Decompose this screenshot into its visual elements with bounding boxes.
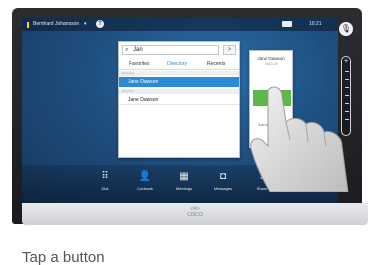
call-button[interactable]: Call: [253, 90, 291, 106]
volume-slider[interactable]: +: [341, 56, 351, 136]
star-icon: ★: [267, 115, 275, 122]
section-header: Directory: [119, 71, 239, 76]
contact-name: Jane Dawson: [257, 56, 285, 61]
clock: 10:21: [309, 21, 322, 27]
add-to-favorites-label: Add to Favorites: [258, 123, 284, 127]
contact-card: Jane Dawson 7561125 Call ★ Add to Favori…: [249, 50, 293, 148]
list-item-selected[interactable]: Jane Dawson: [119, 77, 239, 87]
toolbar-item-contacts[interactable]: 👤 Contacts: [132, 171, 158, 191]
add-to-favorites-button[interactable]: ★ Add to Favorites: [250, 115, 292, 127]
calendar-icon: ▦: [179, 171, 189, 182]
directory-panel: ⌕ Jan > Favorites Directory Recents Dire…: [118, 41, 240, 158]
search-icon: ⌕: [125, 47, 129, 53]
user-name[interactable]: Bernhard Johansson: [33, 21, 79, 27]
cisco-logo: ·ılıılı· CISCO: [187, 206, 203, 218]
tab-recents[interactable]: Recents: [207, 61, 225, 67]
dialpad-icon: ⠿: [101, 171, 109, 182]
mute-microphone-icon[interactable]: 🎙: [339, 22, 353, 36]
volume-tick: [345, 71, 349, 72]
toolbar-label: Share: [256, 186, 268, 191]
volume-tick: [345, 119, 349, 120]
toolbar-item-meetings[interactable]: ▦ Meetings: [171, 171, 197, 191]
contact-number: 7561125: [264, 62, 278, 66]
voicemail-icon: ◘: [219, 171, 227, 182]
toolbar-item-dial[interactable]: ⠿ Dial: [92, 171, 118, 191]
search-value: Jan: [133, 47, 143, 53]
search-input[interactable]: ⌕ Jan: [122, 45, 219, 55]
search-go-button[interactable]: >: [223, 45, 236, 55]
stage: { "topbar": { "user": "Bernhard Johansso…: [0, 0, 370, 265]
share-icon: ⇪: [257, 171, 267, 182]
volume-tick: [345, 111, 349, 112]
directory-tabs: Favorites Directory Recents: [119, 59, 239, 70]
volume-tick: [345, 87, 349, 88]
status-bar: Bernhard Johansson ▾ ? 10:21: [22, 18, 338, 31]
toolbar-label: Messages: [213, 186, 233, 191]
chevron-down-icon[interactable]: ▾: [84, 21, 87, 27]
help-icon[interactable]: ?: [96, 20, 104, 28]
toolbar-label: Meetings: [175, 186, 193, 191]
camera-icon[interactable]: [282, 21, 292, 27]
status-indicator: [27, 22, 29, 28]
toolbar-label: Contacts: [137, 186, 153, 191]
list-item[interactable]: Jane Dawson: [119, 95, 239, 105]
cisco-logo-text: CISCO: [187, 212, 203, 218]
caption: Tap a button: [22, 249, 105, 265]
tab-directory[interactable]: Directory: [167, 61, 187, 67]
device-chin: ·ılıılı· CISCO: [22, 203, 368, 225]
contacts-icon: 👤: [138, 171, 152, 182]
section-header: Directory: [119, 89, 239, 94]
volume-up-icon[interactable]: +: [342, 58, 350, 65]
toolbar-item-messages[interactable]: ◘ Messages: [210, 171, 236, 191]
volume-tick: [345, 79, 349, 80]
touch-screen: Bernhard Johansson ▾ ? 10:21 ⌕ Jan > Fav…: [22, 18, 338, 203]
toolbar-item-share[interactable]: ⇪ Share: [249, 171, 275, 191]
toolbar-label: Dial: [101, 186, 109, 191]
volume-tick: [345, 103, 349, 104]
volume-tick: [345, 95, 349, 96]
tab-favorites[interactable]: Favorites: [129, 61, 150, 67]
bottom-toolbar: ⠿ Dial 👤 Contacts ▦ Meetings ◘ Messages …: [22, 165, 338, 203]
